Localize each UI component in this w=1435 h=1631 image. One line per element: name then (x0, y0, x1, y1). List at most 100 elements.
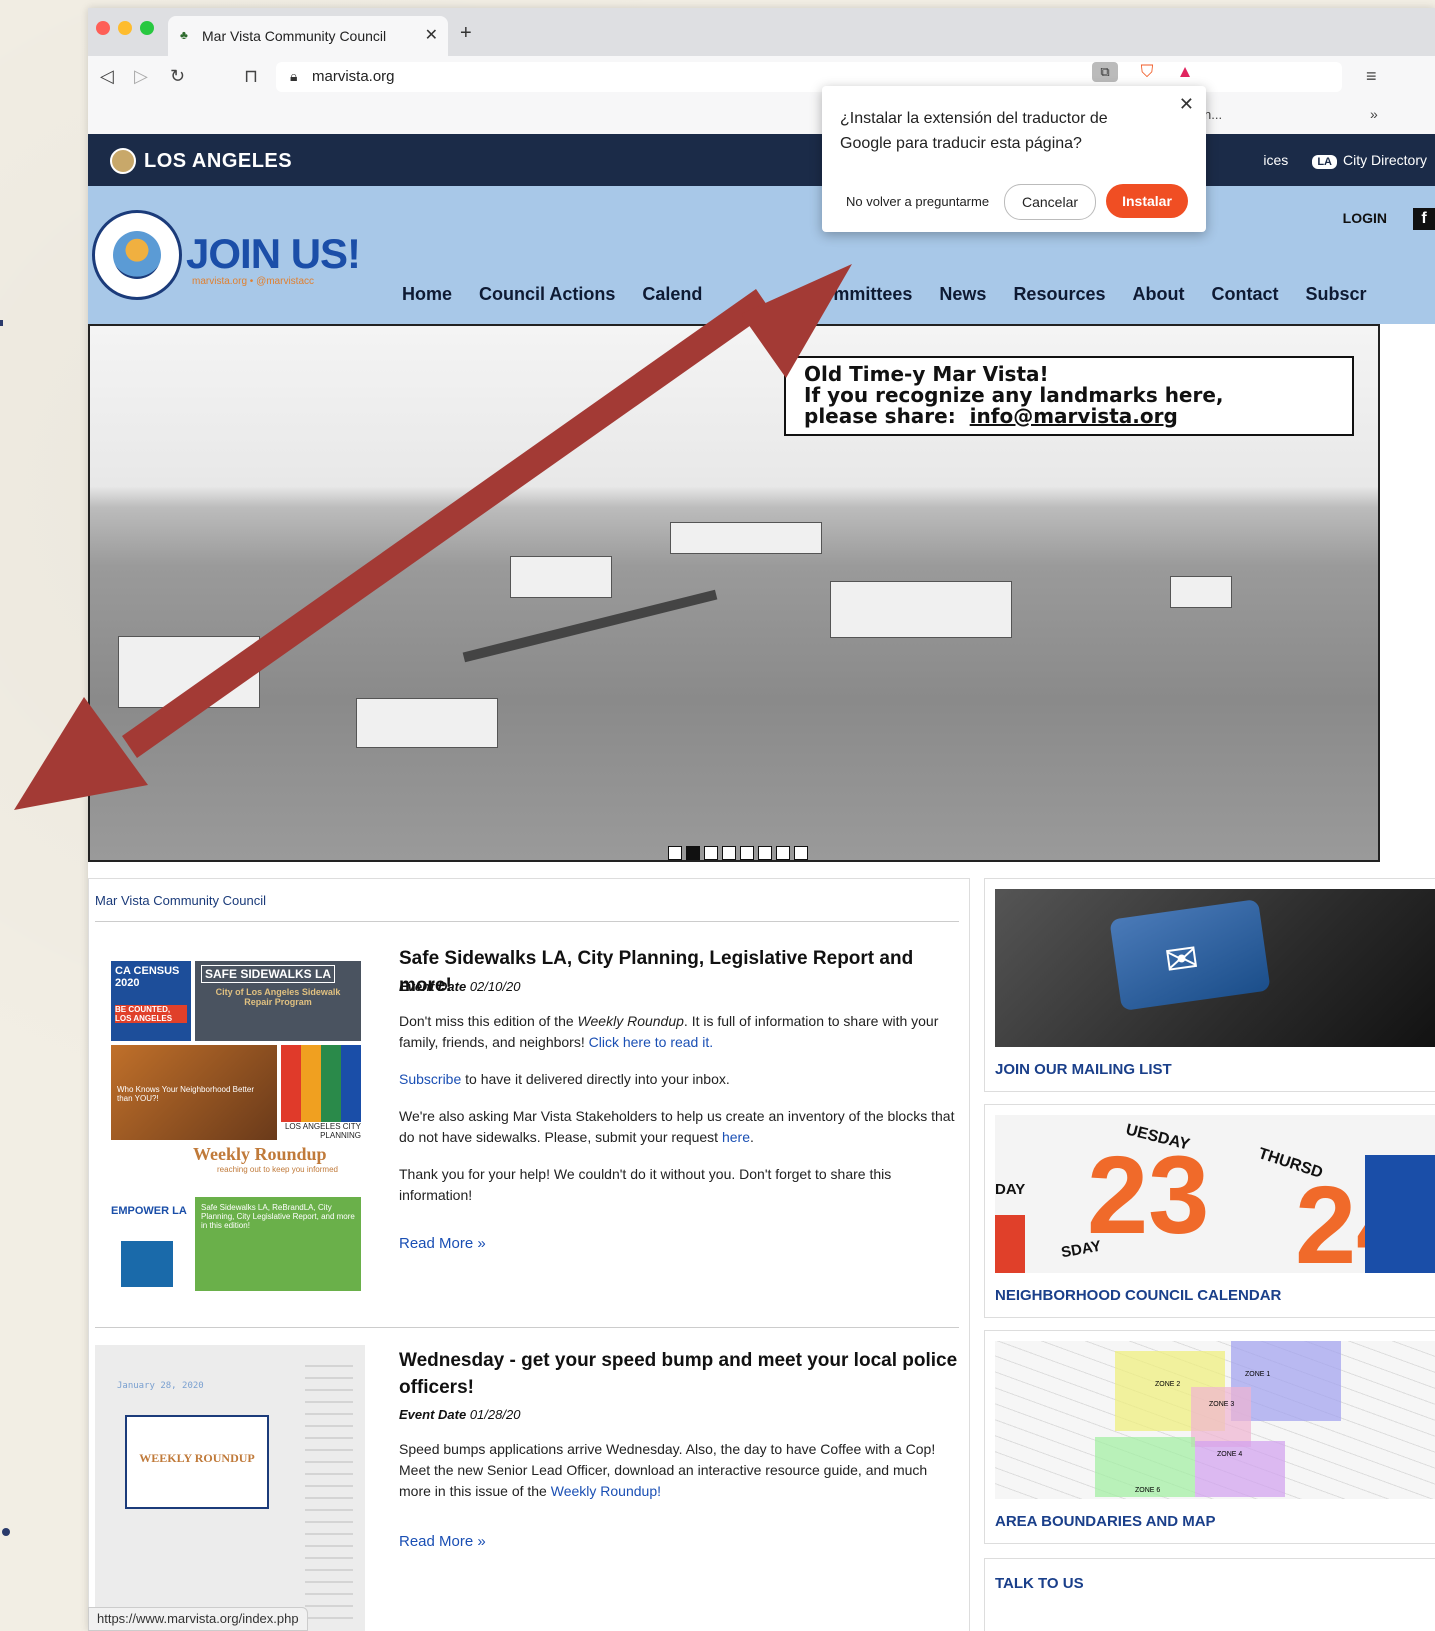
nav-committees[interactable]: Committees (809, 284, 912, 305)
census-text: CA CENSUS 2020 (115, 965, 180, 989)
post-title[interactable]: Wednesday - get your speed bump and meet… (399, 1347, 959, 1401)
slide-tick (0, 320, 3, 326)
talk-to-us-card[interactable]: TALK TO US (984, 1558, 1435, 1631)
slide-bullet (2, 1528, 10, 1536)
mailing-list-card[interactable]: ✉ JOIN OUR MAILING LIST (984, 878, 1435, 1092)
bookmarks-bar: n... » (88, 98, 1435, 135)
la-links: ices LA City Directory (1263, 152, 1427, 169)
tab-bar: ♣ Mar Vista Community Council ✕ + (88, 8, 1435, 56)
safe-sidewalks-tile: SAFE SIDEWALKS LA City of Los Angeles Si… (195, 961, 361, 1041)
join-us-subtitle: marvista.org • @marvistacc (192, 276, 315, 287)
new-tab-icon[interactable]: + (460, 22, 472, 45)
post-paragraph: We're also asking Mar Vista Stakeholders… (399, 1106, 959, 1148)
rewards-icon[interactable]: ▲ (1172, 62, 1198, 82)
hero-slideshow[interactable]: Old Time-y Mar Vista! If you recognize a… (88, 324, 1380, 862)
back-icon[interactable]: ◁ (100, 66, 114, 87)
calendar-accent (1365, 1155, 1435, 1273)
la-logo[interactable]: LOS ANGELES (110, 148, 292, 174)
nav-about[interactable]: About (1133, 284, 1185, 305)
popup-close-icon[interactable]: ✕ (1179, 94, 1194, 115)
post-date-value: 01/28/20 (469, 1407, 521, 1422)
la-badge: LA (1312, 155, 1337, 169)
zone-label: ZONE 3 (1209, 1401, 1235, 1408)
safe-sidewalks-text: SAFE SIDEWALKS LA (201, 965, 336, 983)
caption-line-3: please share: info@marvista.org (804, 406, 1334, 427)
mar-vista-seal-logo[interactable] (92, 210, 182, 300)
calendar-card[interactable]: 23 24 UESDAY THURSD DAY SDAY NEIGHBORHOO… (984, 1104, 1435, 1318)
slide-dot[interactable] (722, 846, 736, 860)
nav-council-actions[interactable]: Council Actions (479, 284, 615, 305)
photo-house (830, 581, 1012, 638)
read-more-link[interactable]: Read More » (399, 1235, 486, 1252)
reload-icon[interactable]: ↻ (170, 66, 185, 87)
maximize-window-icon[interactable] (140, 21, 154, 35)
roundup-side-text (305, 1365, 353, 1625)
menu-icon[interactable]: ≡ (1366, 66, 1377, 87)
slide-dot[interactable] (668, 846, 682, 860)
camera-tile: Who Knows Your Neighborhood Better than … (111, 1045, 277, 1140)
slide-dot[interactable] (704, 846, 718, 860)
brave-shield-icon[interactable]: ⛉ (1134, 62, 1160, 82)
caption-email[interactable]: info@marvista.org (970, 404, 1178, 428)
city-directory-link[interactable]: LA City Directory (1312, 152, 1427, 169)
minimize-window-icon[interactable] (118, 21, 132, 35)
forward-icon[interactable]: ▷ (134, 66, 148, 87)
photo-house (356, 698, 498, 748)
services-link[interactable]: ices (1263, 152, 1288, 168)
calendar-accent (995, 1215, 1025, 1273)
nav-calendar[interactable]: Calend (642, 284, 702, 305)
slide-dot[interactable] (740, 846, 754, 860)
nav-contact[interactable]: Contact (1211, 284, 1278, 305)
slide-dot[interactable] (776, 846, 790, 860)
post-thumbnail-roundup[interactable]: January 28, 2020 WEEKLY ROUNDUP (95, 1345, 365, 1631)
photo-house (118, 636, 260, 708)
calendar-word: DAY (995, 1181, 1026, 1198)
caption-line-2: If you recognize any landmarks here, (804, 383, 1224, 407)
tab-close-icon[interactable]: ✕ (425, 25, 438, 45)
breadcrumb[interactable]: Mar Vista Community Council (95, 893, 266, 908)
caption-prefix: please share: (804, 404, 956, 428)
facebook-icon[interactable]: f (1413, 208, 1435, 230)
never-ask-button[interactable]: No volver a preguntarme (846, 194, 989, 209)
zone-label: ZONE 6 (1135, 1487, 1161, 1494)
city-planning-tile: LOS ANGELES CITY PLANNING (281, 1045, 361, 1140)
palm-seal-icon (113, 231, 161, 279)
install-button[interactable]: Instalar (1106, 184, 1188, 218)
read-it-link[interactable]: Click here to read it. (589, 1034, 714, 1050)
divider (95, 1327, 959, 1328)
read-more-link[interactable]: Read More » (399, 1533, 486, 1550)
calendar-word: SDAY (1059, 1237, 1103, 1262)
close-window-icon[interactable] (96, 21, 110, 35)
subscribe-link[interactable]: Subscribe (399, 1071, 461, 1087)
slide-dot-active[interactable] (686, 846, 700, 860)
census-tile: CA CENSUS 2020 BE COUNTED, LOS ANGELES (111, 961, 191, 1041)
translate-icon[interactable]: ⧉ (1092, 62, 1118, 82)
browser-toolbar: ◁ ▷ ↻ ⊓ 🔒︎ marvista.org ⧉ ⛉ ▲ ≡ (88, 56, 1435, 98)
photo-house (1170, 576, 1232, 608)
slide-dot[interactable] (794, 846, 808, 860)
card-label: NEIGHBORHOOD COUNCIL CALENDAR (995, 1287, 1282, 1304)
area-map-image: ZONE 2 ZONE 1 ZONE 3 ZONE 4 ZONE 6 (995, 1341, 1435, 1499)
nav-subscribe[interactable]: Subscr (1305, 284, 1366, 305)
nav-home[interactable]: Home (402, 284, 452, 305)
browser-tab[interactable]: ♣ Mar Vista Community Council ✕ (168, 16, 448, 56)
bookmark-truncated[interactable]: n... (1204, 107, 1222, 122)
bookmark-icon[interactable]: ⊓ (244, 66, 258, 87)
nav-resources[interactable]: Resources (1013, 284, 1105, 305)
slide-dot[interactable] (758, 846, 772, 860)
zone-4 (1195, 1441, 1285, 1497)
bookmarks-overflow[interactable]: » (1370, 106, 1378, 122)
post-paragraph: Speed bumps applications arrive Wednesda… (399, 1439, 959, 1502)
cancel-button[interactable]: Cancelar (1004, 184, 1096, 220)
weekly-roundup-tile: Weekly Roundup reaching out to keep you … (127, 1144, 347, 1194)
weekly-roundup-link[interactable]: Weekly Roundup! (551, 1483, 661, 1499)
post-paragraph: Subscribe to have it delivered directly … (399, 1069, 959, 1090)
login-link[interactable]: LOGIN (1343, 210, 1387, 226)
join-us-heading[interactable]: JOIN US! (186, 230, 361, 278)
post-thumbnail-collage[interactable]: CA CENSUS 2020 BE COUNTED, LOS ANGELES S… (111, 961, 361, 1291)
nav-news[interactable]: News (939, 284, 986, 305)
text: . (749, 1129, 754, 1145)
city-hall-icon (121, 1241, 173, 1287)
here-link[interactable]: here (722, 1129, 750, 1145)
map-card[interactable]: ZONE 2 ZONE 1 ZONE 3 ZONE 4 ZONE 6 AREA … (984, 1330, 1435, 1544)
